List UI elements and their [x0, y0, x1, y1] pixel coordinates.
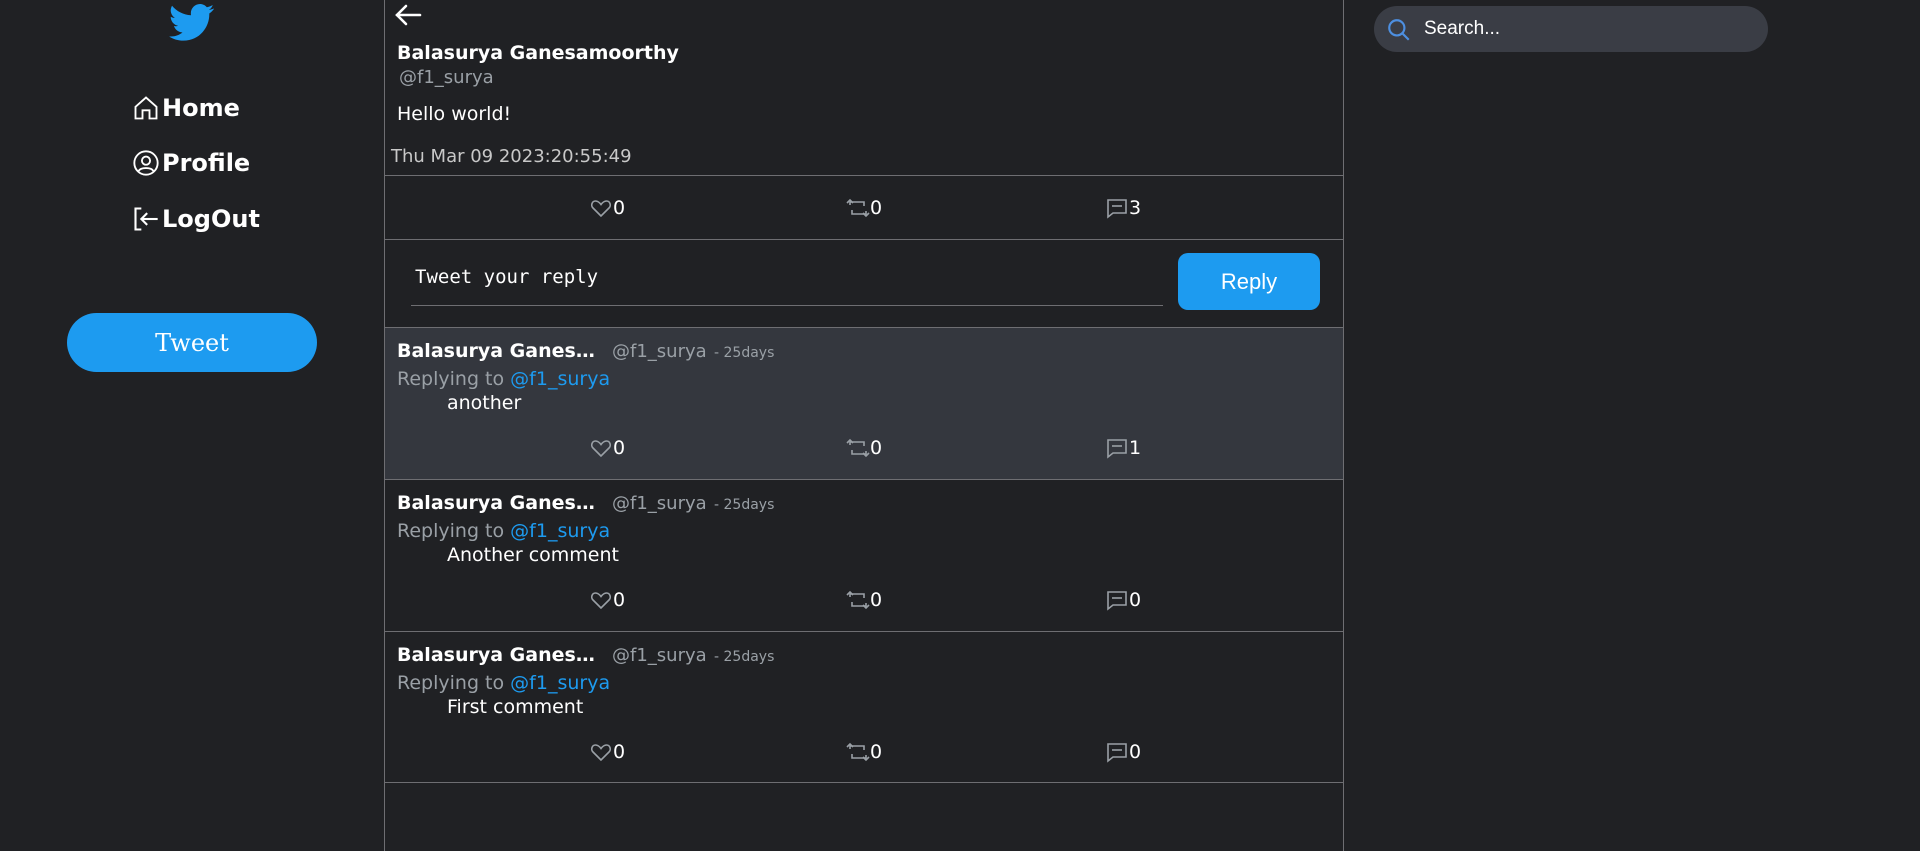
heart-icon	[590, 592, 612, 610]
retweet-button[interactable]: 0	[846, 196, 882, 220]
comment-replying-to: Replying to @f1_surya	[397, 520, 610, 542]
comment-author-handle[interactable]: @f1_surya	[612, 493, 707, 514]
comment-item[interactable]: Balasurya Ganesamoorthy @f1_surya - 25da…	[385, 631, 1343, 783]
comment-retweet-count: 0	[870, 741, 883, 763]
replying-prefix: Replying to	[397, 672, 505, 694]
comment-item[interactable]: Balasurya Ganesamoorthy @f1_surya - 25da…	[385, 327, 1343, 479]
retweet-icon	[846, 198, 870, 218]
tweet-author-handle[interactable]: @f1_surya	[399, 67, 494, 88]
replying-mention-link[interactable]: @f1_surya	[510, 368, 610, 390]
comment-text: First comment	[447, 696, 584, 718]
replying-mention-link[interactable]: @f1_surya	[510, 672, 610, 694]
comment-author-name[interactable]: Balasurya Ganesamoorthy	[397, 492, 607, 514]
like-button[interactable]: 0	[589, 196, 625, 220]
comment-time: - 25days	[714, 497, 775, 513]
comment-retweet-count: 0	[870, 589, 883, 611]
tweet-stats-row: 0 0 3	[385, 175, 1343, 239]
comment-reply-count: 0	[1129, 589, 1142, 611]
comment-reply-count: 0	[1129, 741, 1142, 763]
nav-profile[interactable]: Profile	[132, 149, 250, 177]
comment-like-count: 0	[613, 437, 626, 459]
reply-composer: Reply	[385, 239, 1343, 327]
comment-stats-row: 0 0 0	[385, 740, 1343, 768]
app: Home Profile LogOut Tweet Balasurya Gane…	[0, 0, 1920, 851]
twitter-logo-icon[interactable]	[168, 4, 216, 42]
comment-retweet-button[interactable]: 0	[846, 740, 882, 764]
comment-text: Another comment	[447, 544, 619, 566]
comment-stats-row: 0 0 1	[385, 436, 1343, 464]
comment-icon	[1107, 743, 1127, 763]
replying-prefix: Replying to	[397, 520, 505, 542]
replying-prefix: Replying to	[397, 368, 505, 390]
back-arrow-icon[interactable]	[393, 2, 423, 28]
comment-reply-button[interactable]: 0	[1105, 588, 1141, 612]
comment-author-name[interactable]: Balasurya Ganesamoorthy	[397, 644, 607, 666]
comment-replying-to: Replying to @f1_surya	[397, 368, 610, 390]
comment-like-count: 0	[613, 589, 626, 611]
nav-home[interactable]: Home	[132, 94, 240, 122]
replying-mention-link[interactable]: @f1_surya	[510, 520, 610, 542]
tweet-text: Hello world!	[397, 103, 512, 125]
nav-profile-label: Profile	[162, 149, 251, 177]
sidebar: Home Profile LogOut Tweet	[0, 0, 384, 851]
reply-count-button[interactable]: 3	[1105, 196, 1141, 220]
retweet-icon	[846, 438, 870, 458]
comment-replying-to: Replying to @f1_surya	[397, 672, 610, 694]
reply-button[interactable]: Reply	[1178, 253, 1320, 310]
heart-icon	[590, 744, 612, 762]
home-icon	[134, 96, 158, 120]
comment-author-handle[interactable]: @f1_surya	[612, 645, 707, 666]
nav-logout-label: LogOut	[162, 205, 260, 233]
nav-home-label: Home	[162, 94, 240, 122]
user-circle-icon	[133, 150, 159, 176]
comment-like-button[interactable]: 0	[589, 740, 625, 764]
comment-retweet-count: 0	[870, 437, 883, 459]
logout-icon	[134, 207, 158, 231]
comment-time: - 25days	[714, 649, 775, 665]
comment-author-name[interactable]: Balasurya Ganesamoorthy	[397, 340, 607, 362]
like-count: 0	[613, 197, 626, 219]
main-column: Balasurya Ganesamoorthy @f1_surya Hello …	[384, 0, 1344, 851]
tweet-button[interactable]: Tweet	[67, 313, 317, 372]
comment-reply-button[interactable]: 0	[1105, 740, 1141, 764]
search-box[interactable]	[1374, 6, 1768, 52]
search-input[interactable]	[1424, 14, 1754, 44]
reply-count: 3	[1129, 197, 1142, 219]
retweet-icon	[846, 590, 870, 610]
tweet-date: Thu Mar 09 2023:20:55:49	[391, 146, 632, 167]
tweet-author-name[interactable]: Balasurya Ganesamoorthy	[397, 42, 679, 64]
comment-retweet-button[interactable]: 0	[846, 436, 882, 460]
nav-logout[interactable]: LogOut	[132, 205, 260, 233]
comment-stats-row: 0 0 0	[385, 588, 1343, 616]
comment-time: - 25days	[714, 345, 775, 361]
comment-text: another	[447, 392, 522, 414]
reply-input[interactable]	[411, 248, 1163, 306]
heart-icon	[590, 440, 612, 458]
comment-author-handle[interactable]: @f1_surya	[612, 341, 707, 362]
comment-like-button[interactable]: 0	[589, 436, 625, 460]
retweet-icon	[846, 742, 870, 762]
comment-reply-button[interactable]: 1	[1105, 436, 1141, 460]
comment-retweet-button[interactable]: 0	[846, 588, 882, 612]
retweet-count: 0	[870, 197, 883, 219]
right-sidebar	[1345, 0, 1920, 851]
comment-icon	[1107, 439, 1127, 459]
comment-like-count: 0	[613, 741, 626, 763]
heart-icon	[590, 200, 612, 218]
comment-reply-count: 1	[1129, 437, 1142, 459]
comment-icon	[1107, 591, 1127, 611]
comment-icon	[1107, 199, 1127, 219]
comment-item[interactable]: Balasurya Ganesamoorthy @f1_surya - 25da…	[385, 479, 1343, 631]
search-icon	[1388, 19, 1410, 41]
comment-like-button[interactable]: 0	[589, 588, 625, 612]
